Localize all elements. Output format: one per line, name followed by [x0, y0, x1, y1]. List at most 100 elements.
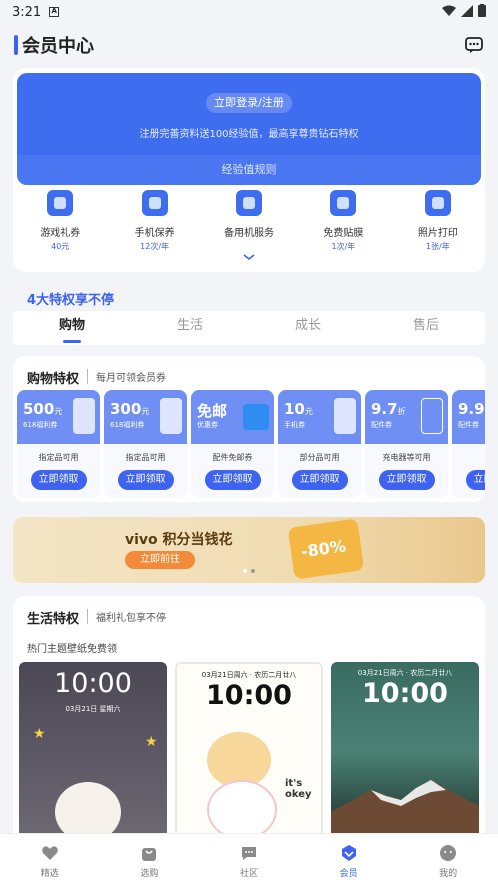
claim-button[interactable]: 立即领取: [291, 470, 348, 490]
tab-life[interactable]: 生活: [131, 311, 249, 345]
chat-bubble-icon: [241, 847, 256, 860]
perk-sub: 40元: [51, 242, 70, 251]
coupon-condition: 充电器等可用: [382, 453, 431, 462]
tab-shopping[interactable]: 购物: [13, 311, 131, 345]
delivery-truck-icon: [243, 404, 269, 430]
coupon-amount: 10元: [284, 400, 313, 418]
login-register-button[interactable]: 立即登录/注册: [206, 93, 292, 113]
wallpaper-card[interactable]: 10:00 03月21日 星期六 ★ ★: [19, 662, 167, 842]
phone-image: [73, 398, 95, 434]
perk-item[interactable]: 游戏礼券 40元: [13, 186, 107, 252]
status-time: 3:21: [12, 4, 42, 20]
coupon-tag: 配件券: [458, 421, 479, 429]
perk-name: 免费贴膜: [323, 228, 364, 239]
perk-item[interactable]: 免费贴膜 1次/年: [296, 186, 390, 252]
life-privileges-card: 生活特权 福利礼包享不停 热门主题壁纸免费领 10:00 03月21日 星期六 …: [13, 596, 485, 846]
exp-rule-link[interactable]: 经验值规则: [17, 155, 481, 185]
coupon-card: 300元 618福利券 指定品可用 立即领取: [104, 390, 187, 498]
ad-go-button[interactable]: 立即前往: [125, 551, 195, 569]
photo-print-icon: [424, 190, 451, 216]
privilege-tabs: 购物 生活 成长 售后: [13, 311, 485, 345]
nav-item-member[interactable]: 会员: [299, 834, 399, 887]
coupon-amount: 9.9折: [458, 400, 485, 418]
coupon-amount: 300元: [110, 400, 150, 418]
nav-label: 会员: [339, 869, 358, 879]
coupon-list: 500元 618福利券 指定品可用 立即领取 300元 618福利券 指定品可用…: [17, 390, 485, 502]
perk-sub: 1次/年: [331, 242, 356, 251]
privileges-title: 4大特权享不停: [27, 293, 115, 308]
points-ad-banner[interactable]: vivo 积分当钱花 立即前往 -80%: [13, 517, 485, 583]
notification-a-icon: A: [49, 7, 60, 17]
coupon-card: 9.9折 配件券 耳机 立即领取: [452, 390, 485, 498]
shopping-bag-icon: [142, 848, 157, 861]
hot-wallpaper-label: 热门主题壁纸免费领: [27, 644, 117, 655]
coupon-top: 500元 618福利券: [17, 390, 100, 444]
coupon-amount: 9.7折: [371, 400, 406, 418]
coupon-condition: 指定品可用: [38, 453, 79, 462]
coupon-amount: 500元: [23, 400, 63, 418]
login-banner: 立即登录/注册 注册完善资料送100经验值，最高享尊贵钻石特权 经验值规则: [17, 73, 481, 185]
shopping-title: 购物特权: [27, 372, 80, 387]
title-accent-bar: [14, 35, 18, 55]
nav-label: 社区: [239, 869, 258, 879]
claim-button[interactable]: 立即领取: [465, 470, 485, 490]
perk-name: 备用机服务: [224, 228, 275, 239]
tab-growth[interactable]: 成长: [249, 311, 367, 345]
nav-item-featured[interactable]: 精选: [0, 834, 100, 887]
crown-gift-icon: [47, 190, 74, 216]
wallpaper-list: 10:00 03月21日 星期六 ★ ★ 03月21日周六 · 农历二月廿八 1…: [19, 662, 485, 842]
shopping-subtitle: 每月可领会员券: [87, 369, 166, 384]
nav-item-mine[interactable]: 我的: [398, 834, 498, 887]
nav-item-community[interactable]: 社区: [199, 834, 299, 887]
battery-icon: [478, 4, 486, 17]
mountain-illustration: [331, 780, 479, 842]
coupon-card: 500元 618福利券 指定品可用 立即领取: [17, 390, 100, 498]
wallpaper-date: 03月21日周六 · 农历二月廿八: [201, 671, 297, 679]
carousel-dot-active: [251, 569, 255, 573]
perk-item[interactable]: 备用机服务: [202, 186, 296, 252]
nav-label: 我的: [439, 869, 458, 879]
coupon-tag: 手机券: [284, 421, 305, 429]
member-diamond-icon: [341, 845, 356, 861]
nav-label: 选购: [140, 869, 159, 879]
page-header: 会员中心: [0, 28, 498, 62]
message-icon[interactable]: [464, 35, 484, 55]
claim-button[interactable]: 立即领取: [378, 470, 435, 490]
perk-sub: 12次/年: [140, 242, 170, 251]
wallpaper-caption: it's okey: [285, 778, 312, 800]
heart-icon: [41, 846, 58, 860]
bottom-navigation: 精选 选购 社区 会员 我的: [0, 833, 498, 887]
perk-list: 游戏礼券 40元 手机保养 12次/年 备用机服务 免费贴膜 1次/年 照片打印…: [13, 186, 485, 252]
coupon-card: 9.7折 配件券 充电器等可用 立即领取: [365, 390, 448, 498]
coupon-amount: 免邮: [197, 402, 228, 420]
claim-button[interactable]: 立即领取: [117, 470, 174, 490]
coupon-top: 300元 618福利券: [104, 390, 187, 444]
wifi-icon: [442, 5, 456, 16]
nav-item-shop[interactable]: 选购: [100, 834, 200, 887]
claim-button[interactable]: 立即领取: [30, 470, 87, 490]
perk-name: 照片打印: [417, 228, 458, 239]
bear-illustration: [207, 780, 277, 840]
coupon-condition: 配件免邮券: [212, 453, 253, 462]
wallpaper-card[interactable]: 03月21日周六 · 农历二月廿八 10:00 it's okey: [175, 662, 323, 842]
perk-name: 手机保养: [134, 228, 175, 239]
chevron-down-icon[interactable]: [242, 252, 256, 262]
star-icon: ★: [145, 734, 158, 750]
claim-button[interactable]: 立即领取: [204, 470, 261, 490]
life-subtitle: 福利礼包享不停: [87, 609, 166, 624]
perk-item[interactable]: 手机保养 12次/年: [107, 186, 201, 252]
life-title: 生活特权: [27, 612, 80, 627]
discount-badge: -80%: [287, 518, 365, 580]
coupon-condition: 指定品可用: [125, 453, 166, 462]
wallpaper-time: 10:00: [54, 668, 132, 699]
coupon-tag: 配件券: [371, 421, 392, 429]
tab-after-sales[interactable]: 售后: [367, 311, 485, 345]
wallpaper-time: 10:00: [362, 678, 448, 709]
perk-item[interactable]: 照片打印 1张/年: [391, 186, 485, 252]
coupon-top: 免邮 优惠券: [191, 390, 274, 444]
status-icons: [442, 4, 486, 17]
coupon-card: 免邮 优惠券 配件免邮券 立即领取: [191, 390, 274, 498]
wallpaper-card[interactable]: 03月21日周六 · 农历二月廿八 10:00: [331, 662, 479, 842]
phone-image: [160, 398, 182, 434]
star-icon: ★: [33, 726, 46, 742]
